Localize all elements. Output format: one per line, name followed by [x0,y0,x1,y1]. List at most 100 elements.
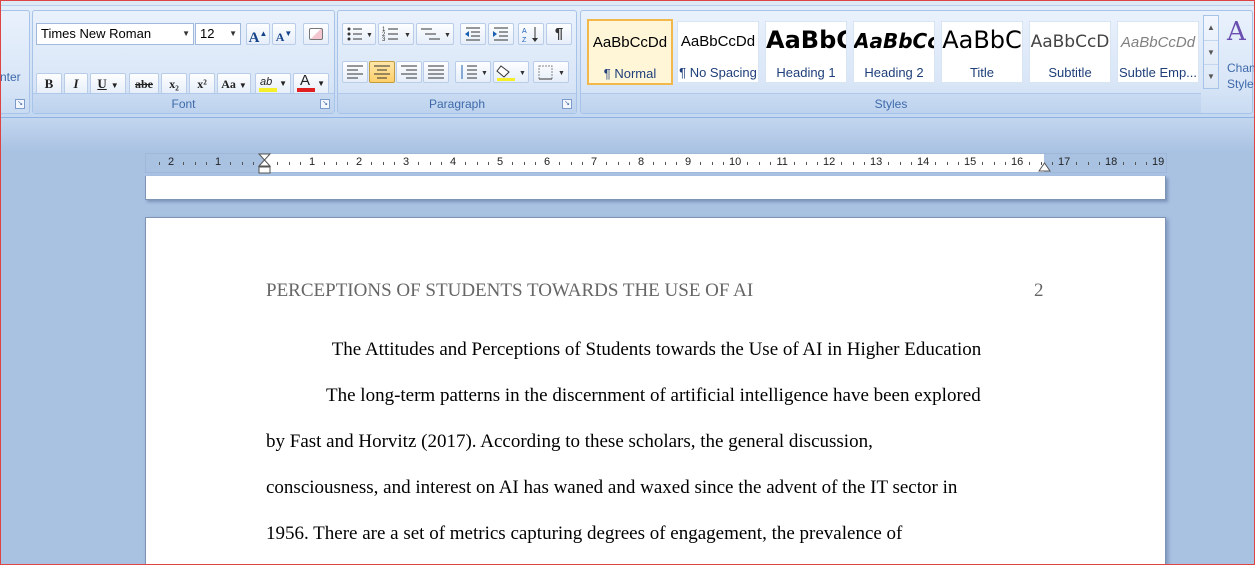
ruler-number: 19 [1152,156,1165,168]
grow-font-button[interactable]: A▲ [246,23,270,46]
paragraph-dialog-launcher-icon[interactable]: ↘ [562,99,572,109]
ruler-tick-mark [324,162,325,165]
body-line-3[interactable]: consciousness, and interest on AI has wa… [266,477,1042,499]
strikethrough-button[interactable]: abe [129,73,159,95]
svg-text:▼: ▼ [481,70,488,77]
bullets-button[interactable]: ▼ [342,23,376,45]
document-page[interactable]: PERCEPTIONS OF STUDENTS TOWARDS THE USE … [145,217,1166,565]
document-title[interactable]: The Attitudes and Perceptions of Student… [146,339,1167,361]
style-title[interactable]: AaBbC Title [941,21,1023,83]
font-dialog-launcher-icon[interactable]: ↘ [320,99,330,109]
ruler-number: 3 [403,156,410,168]
align-center-button[interactable] [369,61,395,83]
body-line-2[interactable]: by Fast and Horvitz (2017). According to… [266,431,1042,453]
scroll-up-icon[interactable]: ▲ [1204,16,1218,40]
ribbon: nter ↘ Times New Roman ▼ 12 ▼ A▲ A▼ B I … [0,0,1255,118]
numbering-button[interactable]: 1 2 3 ▼ [378,23,414,45]
clear-formatting-button[interactable] [303,23,329,45]
ruler-tick-mark [206,162,207,165]
ruler-tick-mark [571,162,572,165]
text-highlight-button[interactable]: ab ▼ [255,73,291,95]
chevron-down-icon[interactable]: ▼ [229,24,237,44]
style-name: ¶ No Spacing [679,65,757,80]
ruler-number: 12 [823,156,836,168]
shrink-font-button[interactable]: A▼ [272,23,296,45]
subscript-button[interactable]: x₂ [161,73,187,95]
more-styles-icon[interactable]: ▼ [1204,64,1218,88]
show-hide-marks-button[interactable]: ¶ [546,23,572,45]
style-normal[interactable]: AaBbCcDd ¶ Normal [587,19,673,85]
numbered-list-icon: 123▼ [382,27,411,43]
paragraph-group-label: Paragraph [338,93,576,113]
sort-button[interactable]: AZ [518,23,544,45]
ruler-tick-mark [1041,162,1042,165]
justify-button[interactable] [423,61,449,83]
ruler-tick-mark [911,162,912,165]
borders-button[interactable]: ▼ [533,61,569,83]
style-name: Heading 1 [776,65,836,80]
change-styles-button[interactable]: A Chan Style [1225,13,1255,95]
chevron-down-icon[interactable]: ▼ [279,74,287,94]
ruler-tick-mark [488,162,489,165]
strikethrough-icon: abe [135,77,153,91]
superscript-button[interactable]: x² [189,73,215,95]
ribbon-top-strip [0,0,1255,6]
change-case-button[interactable]: Aa ▼ [217,73,251,95]
previous-page-edge [145,176,1166,200]
ruler-number: 8 [638,156,645,168]
style-subtle-emphasis[interactable]: AaBbCcDd Subtle Emp... [1117,21,1199,83]
shading-button[interactable]: ▼ [493,61,529,83]
style-name: Subtle Emp... [1118,65,1198,80]
style-subtitle[interactable]: AaBbCcD Subtitle [1029,21,1111,83]
body-line-1[interactable]: The long-term patterns in the discernmen… [326,385,1042,407]
font-name-combo[interactable]: Times New Roman ▼ [36,23,194,45]
ruler-left-margin [146,154,264,172]
style-preview: AaBbCcDd [680,33,756,50]
bold-button[interactable]: B [36,73,62,95]
multilevel-list-button[interactable]: ▼ [416,23,454,45]
horizontal-ruler[interactable]: 2 1 1 2 3 4 5 6 7 8 9 10 11 12 13 14 15 16 17 18 19 [145,153,1167,175]
font-name-value: Times New Roman [41,26,152,41]
running-head[interactable]: PERCEPTIONS OF STUDENTS TOWARDS THE USE … [266,280,753,302]
style-no-spacing[interactable]: AaBbCcDd ¶ No Spacing [677,21,759,83]
style-heading-2[interactable]: AaBbCc Heading 2 [853,21,935,83]
ruler-tick-mark [371,162,372,165]
ruler-tick-mark [794,162,795,165]
font-color-swatch [297,88,315,92]
ruler-tick-mark [1135,162,1136,165]
ruler-tick-mark [853,162,854,165]
ruler-number: 5 [497,156,504,168]
styles-gallery-scroller[interactable]: ▲ ▼ ▼ [1203,15,1219,89]
ruler-tick-mark [747,162,748,165]
align-right-button[interactable] [396,61,422,83]
italic-button[interactable]: I [64,73,88,95]
ruler-number: 11 [776,156,788,168]
body-line-4[interactable]: 1956. There are a set of metrics capturi… [266,523,1042,545]
paint-bucket-icon: ▼ [496,65,526,81]
style-heading-1[interactable]: AaBbC Heading 1 [765,21,847,83]
underline-button[interactable]: U ▼ [90,73,126,95]
chevron-down-icon[interactable]: ▼ [317,74,325,94]
style-preview: AaBbC [942,26,1022,54]
chevron-down-icon[interactable]: ▼ [239,81,247,90]
first-line-indent-marker-icon[interactable] [258,153,272,175]
ruler-tick-mark [230,162,231,165]
ruler-tick-mark [441,162,442,165]
underline-icon: U [97,76,107,91]
ruler-tick-mark [629,162,630,165]
increase-indent-icon [493,27,508,41]
font-size-combo[interactable]: 12 ▼ [195,23,241,45]
font-color-button[interactable]: A ▼ [293,72,329,95]
align-left-button[interactable] [342,61,368,83]
ruler-tick-mark [817,162,818,165]
increase-indent-button[interactable] [488,23,514,45]
chevron-down-icon[interactable]: ▼ [182,24,190,44]
decrease-indent-button[interactable] [460,23,486,45]
page-number[interactable]: 2 [1034,280,1044,302]
scroll-down-icon[interactable]: ▼ [1204,40,1218,64]
format-painter-label[interactable]: nter [0,70,21,84]
ruler-tick-mark [900,162,901,165]
line-spacing-button[interactable]: ▼ [455,61,491,83]
ruler-number: 14 [917,156,930,168]
clipboard-dialog-launcher-icon[interactable]: ↘ [15,99,25,109]
